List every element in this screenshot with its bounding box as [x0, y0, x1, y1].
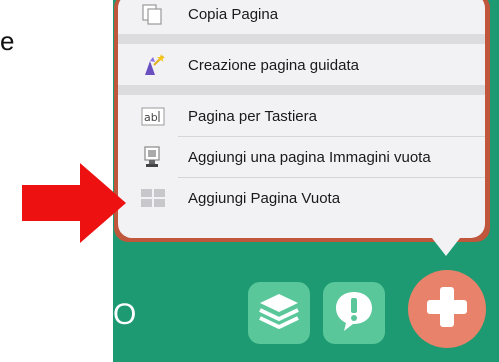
menu-item-guided-page[interactable]: Creazione pagina guidata: [118, 45, 485, 85]
menu-item-label: Creazione pagina guidata: [188, 56, 359, 74]
menu-item-keyboard-page[interactable]: ab Pagina per Tastiera: [118, 96, 485, 136]
menu-item-label: Aggiungi una pagina Immagini vuota: [188, 148, 431, 166]
copy-page-icon: [140, 2, 166, 26]
menu-item-label: Copia Pagina: [188, 5, 279, 23]
menu-item-label: Aggiungi Pagina Vuota: [188, 189, 341, 207]
wizard-icon: [140, 53, 166, 77]
image-page-icon: [140, 145, 166, 169]
keyboard-page-icon: ab: [140, 104, 166, 128]
menu-item-blank-page[interactable]: Aggiungi Pagina Vuota: [118, 178, 485, 218]
layers-button[interactable]: [248, 282, 310, 344]
svg-text:ab: ab: [144, 111, 158, 124]
blank-page-icon: [140, 186, 166, 210]
popup-pointer: [432, 238, 460, 256]
menu-item-label: Pagina per Tastiera: [188, 107, 317, 125]
menu-separator: [118, 85, 485, 95]
alert-icon: [332, 289, 376, 338]
alert-button[interactable]: [323, 282, 385, 344]
toolbar-partial-label: O: [113, 298, 137, 331]
menu-item-blank-image-page[interactable]: Aggiungi una pagina Immagini vuota: [118, 137, 485, 177]
layers-icon: [258, 292, 300, 335]
red-pointer-arrow-icon: [22, 163, 126, 248]
menu-item-copy-page[interactable]: Copia Pagina: [118, 0, 485, 34]
add-icon: [423, 283, 471, 336]
menu-separator: [118, 34, 485, 44]
left-caption: e: [0, 26, 15, 56]
add-page-menu: Copia Pagina Creazione pagina guidata ab…: [118, 0, 485, 238]
add-page-button[interactable]: [408, 270, 486, 348]
